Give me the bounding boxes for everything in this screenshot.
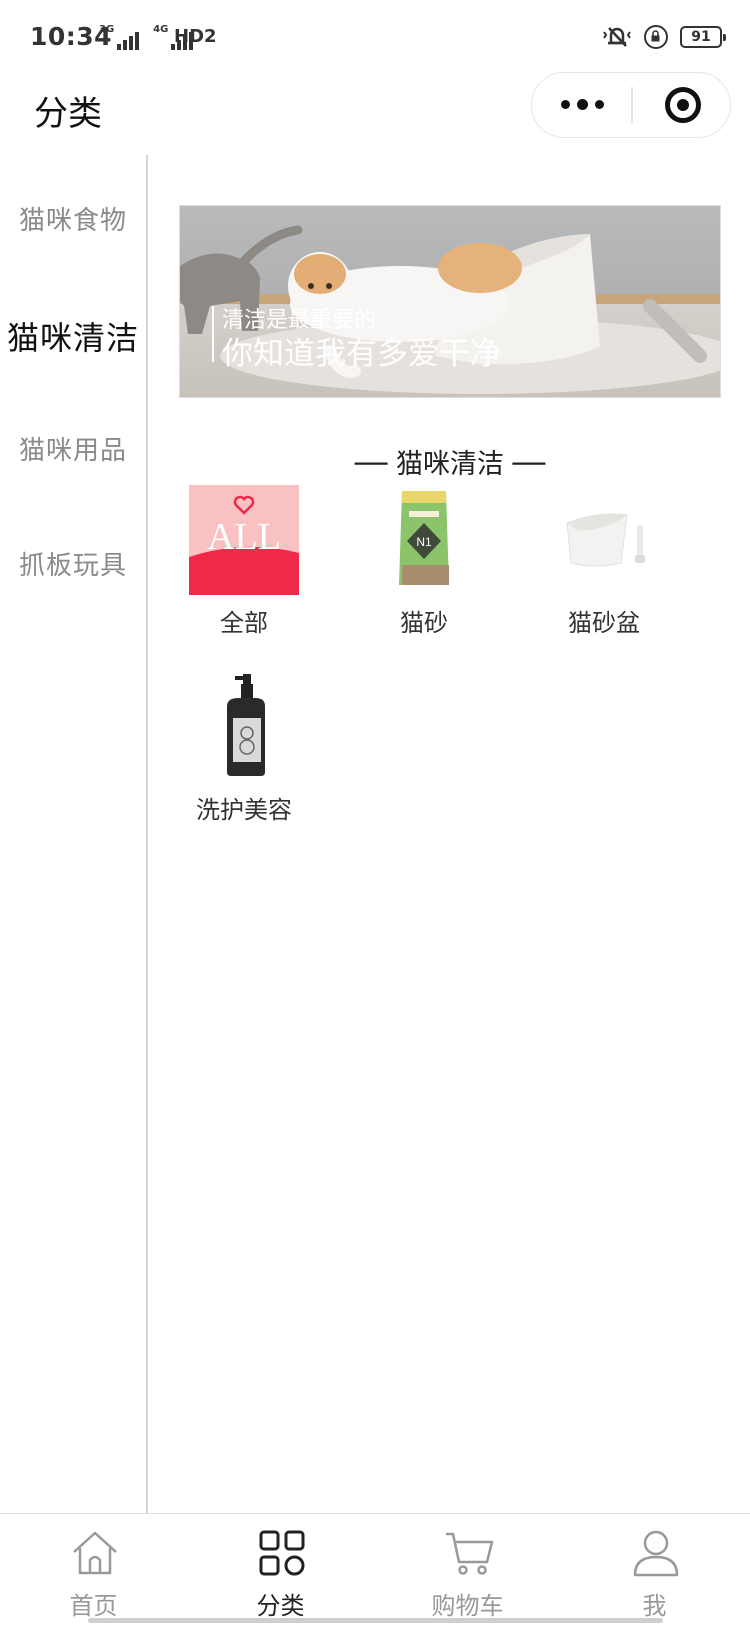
vibrate-bell-icon [603, 27, 631, 47]
tab-label: 我 [642, 1592, 667, 1620]
capsule-divider [631, 87, 633, 123]
tab-label: 购物车 [431, 1592, 504, 1620]
category-label: 猫砂盆 [568, 609, 640, 637]
sidebar-item-cat-cleaning[interactable]: 猫咪清洁 [0, 313, 146, 359]
more-button[interactable] [532, 73, 632, 136]
category-banner[interactable]: 清洁是最重要的 你知道我有多爱干净 [179, 205, 721, 398]
all-badge-icon: ALL [189, 485, 299, 595]
status-bar: 10:34 3G 4G HD2 91 [0, 0, 750, 72]
category-grid-icon [259, 1530, 305, 1576]
banner-title: 你知道我有多爱干净 [222, 336, 501, 372]
sidebar-item-cat-food[interactable]: 猫咪食物 [0, 200, 146, 237]
tab-label: 首页 [69, 1592, 118, 1620]
dot-icon [594, 100, 604, 109]
tab-category[interactable]: 分类 [187, 1514, 374, 1625]
tab-me[interactable]: 我 [561, 1514, 748, 1625]
tab-home[interactable]: 首页 [0, 1514, 187, 1625]
dot-icon [576, 99, 588, 110]
section-title: ── 猫咪清洁 ── [354, 449, 546, 480]
mini-program-capsule [531, 72, 731, 138]
svg-text:N1: N1 [416, 535, 432, 549]
all-badge-text: ALL [207, 516, 281, 558]
category-item-litter-box[interactable]: 猫砂盆 [529, 485, 679, 638]
cart-icon [446, 1532, 494, 1575]
category-sidebar: 猫咪食物 猫咪清洁 猫咪用品 抓板玩具 [0, 155, 148, 1513]
category-content: 清洁是最重要的 你知道我有多爱干净 ── 猫咪清洁 ── ALL 全部 N1 猫 [150, 155, 750, 1513]
page-title: 分类 [34, 94, 102, 134]
cat-litter-bag-icon: N1 [369, 485, 479, 595]
category-item-grooming[interactable]: 洗护美容 [169, 672, 319, 825]
shampoo-bottle-icon [189, 672, 299, 782]
sidebar-item-cat-supplies[interactable]: 猫咪用品 [0, 430, 146, 467]
network-type-label-2: 4G [153, 24, 169, 35]
category-item-litter[interactable]: N1 猫砂 [349, 485, 499, 638]
category-item-all[interactable]: ALL 全部 [169, 485, 319, 638]
sidebar-item-scratch-toys[interactable]: 抓板玩具 [0, 545, 146, 582]
battery-icon: 91 [680, 26, 726, 48]
close-target-icon[interactable] [665, 87, 701, 123]
tab-label: 分类 [256, 1592, 305, 1620]
user-icon [633, 1530, 679, 1577]
battery-level: 91 [691, 29, 711, 45]
category-label: 洗护美容 [196, 796, 292, 824]
tab-bar: 首页 分类 购物车 我 [0, 1513, 750, 1625]
category-label: 猫砂 [400, 609, 448, 637]
hd-label: HD2 [174, 26, 217, 47]
tab-cart[interactable]: 购物车 [374, 1514, 561, 1625]
network-type-label: 3G [99, 24, 115, 35]
home-icon [73, 1531, 117, 1575]
home-indicator [88, 1618, 663, 1623]
dot-icon [560, 100, 570, 109]
nav-bar: 分类 [0, 72, 750, 152]
litter-box-icon [549, 485, 659, 595]
rotation-lock-icon [644, 25, 668, 49]
category-label: 全部 [220, 609, 268, 637]
